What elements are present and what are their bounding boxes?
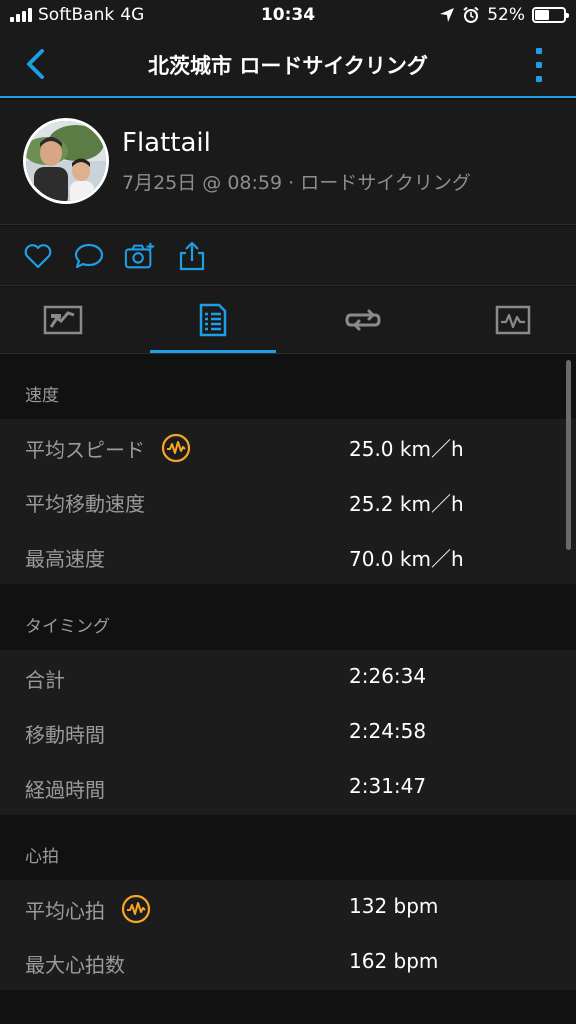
- avatar[interactable]: [23, 118, 109, 204]
- section-title: 速度: [25, 386, 59, 406]
- stat-row-moving-time: 移動時間 2:24:58: [0, 705, 576, 760]
- stat-row-avg-speed: 平均スピード 25.0 km／h: [0, 419, 576, 474]
- battery-percent: 52%: [487, 5, 525, 25]
- user-name[interactable]: Flattail: [122, 128, 211, 158]
- stat-label-wrap: 最大心拍数: [25, 949, 125, 978]
- stat-value: 2:24:58: [349, 719, 427, 743]
- section-header-heart-rate: 心拍: [0, 829, 576, 879]
- comment-icon[interactable]: [73, 240, 105, 272]
- map-icon: [43, 305, 83, 335]
- stat-label-wrap: 最高速度: [25, 543, 105, 572]
- back-chevron-icon[interactable]: [18, 46, 54, 82]
- more-menu-icon[interactable]: [534, 48, 544, 82]
- stat-row-total-time: 合計 2:26:34: [0, 650, 576, 705]
- stats-content[interactable]: 速度 平均スピード 25.0 km／h 平均移動速度 25.2 km／h 最高速…: [0, 354, 576, 1024]
- page-title: 北茨城市 ロードサイクリング: [148, 54, 428, 78]
- stat-label: 平均移動速度: [25, 492, 145, 516]
- section-title: 心拍: [25, 847, 59, 867]
- activity-meta: 7月25日 @ 08:59 · ロードサイクリング: [122, 172, 471, 194]
- stat-label: 平均スピード: [25, 437, 145, 462]
- action-bar: [0, 226, 576, 286]
- share-icon[interactable]: [176, 240, 208, 272]
- performance-badge-icon[interactable]: [121, 894, 151, 924]
- stat-label-wrap: 合計: [25, 664, 65, 693]
- stat-row-max-hr: 最大心拍数 162 bpm: [0, 935, 576, 990]
- stat-label-wrap: 平均スピード: [25, 433, 191, 463]
- chart-icon: [495, 305, 531, 335]
- section-header-speed: 速度: [0, 368, 576, 418]
- stat-value: 70.0 km／h: [349, 547, 464, 571]
- stat-value: 132 bpm: [349, 894, 439, 918]
- battery-level: [535, 10, 549, 20]
- stat-label: 経過時間: [25, 778, 105, 802]
- stat-value: 2:26:34: [349, 664, 427, 688]
- status-bar: SoftBank 4G 10:34 52%: [0, 0, 576, 32]
- tab-charts[interactable]: [450, 287, 576, 353]
- activity-tabs: [0, 287, 576, 353]
- stat-label: 移動時間: [25, 723, 105, 747]
- battery-icon: [532, 7, 569, 23]
- stat-label-wrap: 経過時間: [25, 774, 105, 803]
- section-header-timing: タイミング: [0, 599, 576, 649]
- stat-label-wrap: 平均心拍: [25, 894, 151, 924]
- stat-row-elapsed-time: 経過時間 2:31:47: [0, 760, 576, 815]
- stat-value: 25.2 km／h: [349, 492, 464, 516]
- stat-value: 2:31:47: [349, 774, 427, 798]
- section-title: タイミング: [25, 617, 110, 637]
- camera-add-icon[interactable]: [124, 240, 156, 272]
- stat-label: 最高速度: [25, 547, 105, 571]
- stat-row-avg-moving-speed: 平均移動速度 25.2 km／h: [0, 474, 576, 529]
- tab-stats[interactable]: [150, 287, 276, 353]
- stat-row-avg-hr: 平均心拍 132 bpm: [0, 880, 576, 935]
- stat-label-wrap: 平均移動速度: [25, 488, 145, 517]
- avatar-photo: [26, 121, 106, 201]
- repeat-laps-icon: [345, 309, 381, 331]
- alarm-icon: [463, 6, 479, 23]
- document-stats-icon: [199, 303, 227, 337]
- nav-bar: 北茨城市 ロードサイクリング: [0, 32, 576, 98]
- status-right: 52%: [439, 5, 569, 25]
- location-arrow-icon: [440, 8, 455, 22]
- stat-label: 合計: [25, 668, 65, 692]
- tab-laps[interactable]: [300, 287, 426, 353]
- stat-label: 平均心拍: [25, 898, 105, 923]
- stat-value: 162 bpm: [349, 949, 439, 973]
- performance-badge-icon[interactable]: [161, 433, 191, 463]
- stat-value: 25.0 km／h: [349, 437, 464, 461]
- scrollbar[interactable]: [566, 360, 571, 550]
- stat-label-wrap: 移動時間: [25, 719, 105, 748]
- tab-map[interactable]: [0, 287, 126, 353]
- stat-row-max-speed: 最高速度 70.0 km／h: [0, 529, 576, 584]
- stat-label: 最大心拍数: [25, 953, 125, 977]
- heart-icon[interactable]: [22, 240, 54, 272]
- activity-profile: Flattail 7月25日 @ 08:59 · ロードサイクリング: [0, 100, 576, 225]
